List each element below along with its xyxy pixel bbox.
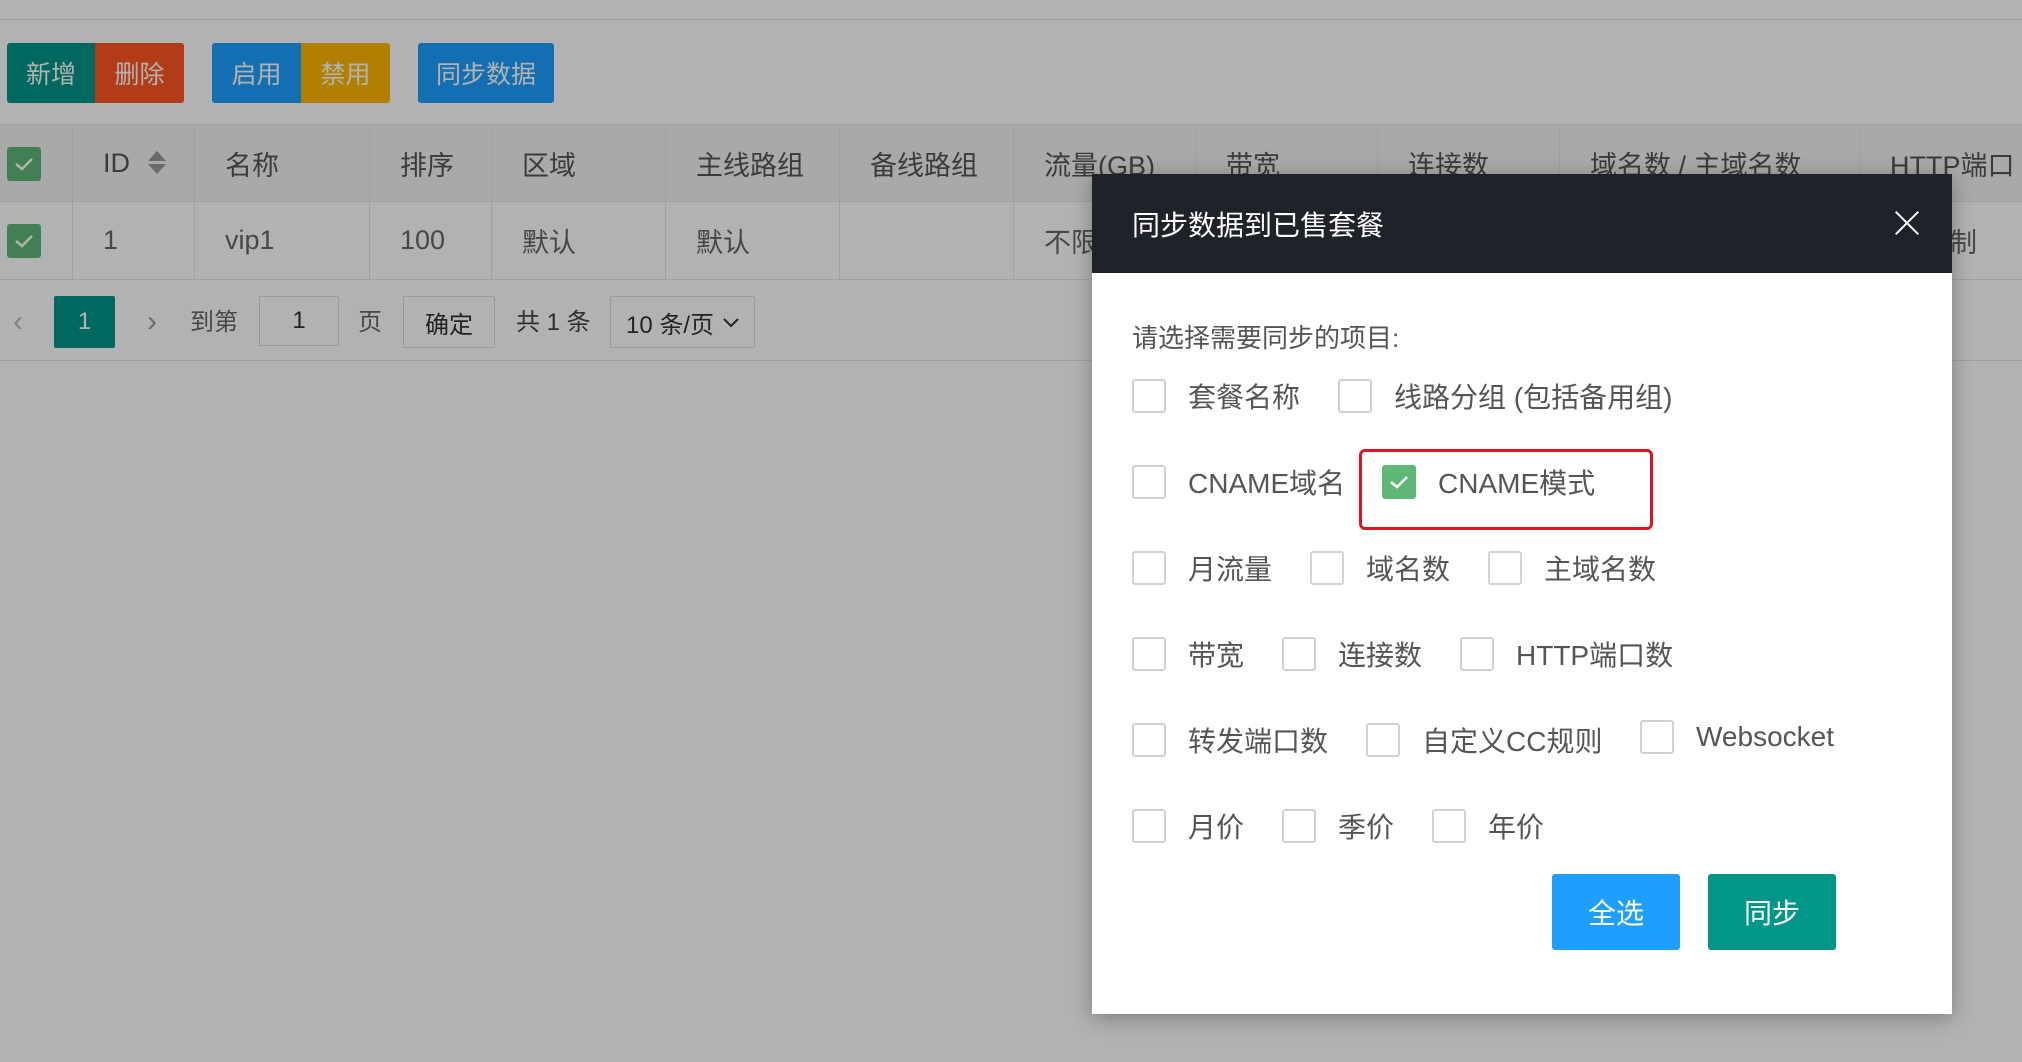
option-websocket[interactable]: Websocket — [1640, 720, 1834, 754]
option-cname-mode[interactable]: CNAME模式 — [1382, 462, 1595, 502]
option-label: Websocket — [1696, 721, 1834, 752]
option-label: 自定义CC规则 — [1422, 726, 1603, 757]
option-forward-ports[interactable]: 转发端口数 — [1132, 720, 1328, 760]
dialog-prompt: 请选择需要同步的项目: — [1132, 323, 1400, 353]
option-package-name[interactable]: 套餐名称 — [1132, 376, 1300, 416]
option-label: 季价 — [1338, 812, 1395, 843]
option-label: 带宽 — [1188, 640, 1245, 671]
option-custom-cc[interactable]: 自定义CC规则 — [1366, 720, 1602, 760]
option-quarterly-price[interactable]: 季价 — [1282, 806, 1394, 846]
option-domain-count[interactable]: 域名数 — [1310, 548, 1450, 588]
option-http-ports[interactable]: HTTP端口数 — [1460, 634, 1673, 674]
app: 新增 删除 启用 禁用 同步数据 ID 名称 排序 区域 主线路组 备线路组 流… — [0, 0, 2022, 1062]
option-label: 套餐名称 — [1188, 382, 1301, 413]
option-checkbox[interactable] — [1132, 809, 1166, 843]
option-route-group[interactable]: 线路分组 (包括备用组) — [1338, 376, 1672, 416]
option-checkbox[interactable] — [1132, 465, 1166, 499]
option-checkbox-checked[interactable] — [1382, 465, 1416, 499]
option-label: 域名数 — [1366, 554, 1451, 585]
option-label: 线路分组 (包括备用组) — [1394, 382, 1673, 413]
option-label: HTTP端口数 — [1516, 640, 1674, 671]
option-monthly-traffic[interactable]: 月流量 — [1132, 548, 1272, 588]
option-checkbox[interactable] — [1488, 551, 1522, 585]
option-checkbox[interactable] — [1338, 379, 1372, 413]
option-monthly-price[interactable]: 月价 — [1132, 806, 1244, 846]
option-label: 转发端口数 — [1188, 726, 1329, 757]
option-checkbox[interactable] — [1132, 379, 1166, 413]
sync-button[interactable]: 同步 — [1708, 874, 1836, 950]
option-checkbox[interactable] — [1432, 809, 1466, 843]
option-checkbox[interactable] — [1282, 637, 1316, 671]
option-label: 月价 — [1188, 812, 1245, 843]
option-checkbox[interactable] — [1310, 551, 1344, 585]
option-checkbox[interactable] — [1640, 720, 1674, 754]
sync-dialog: 同步数据到已售套餐 请选择需要同步的项目: 套餐名称 线路分组 (包括备用组) … — [1092, 174, 1952, 1014]
option-label: 连接数 — [1338, 640, 1423, 671]
option-main-domain-count[interactable]: 主域名数 — [1488, 548, 1656, 588]
option-connections[interactable]: 连接数 — [1282, 634, 1422, 674]
option-checkbox[interactable] — [1132, 723, 1166, 757]
option-label: CNAME模式 — [1438, 468, 1596, 499]
option-label: 主域名数 — [1544, 554, 1657, 585]
select-all-button[interactable]: 全选 — [1552, 874, 1680, 950]
dialog-title: 同步数据到已售套餐 — [1132, 209, 1385, 241]
dialog-header: 同步数据到已售套餐 — [1092, 174, 1952, 273]
check-icon — [1390, 476, 1408, 489]
option-checkbox[interactable] — [1460, 637, 1494, 671]
option-checkbox[interactable] — [1132, 551, 1166, 585]
close-icon[interactable] — [1894, 210, 1920, 236]
option-checkbox[interactable] — [1282, 809, 1316, 843]
option-yearly-price[interactable]: 年价 — [1432, 806, 1544, 846]
option-bandwidth[interactable]: 带宽 — [1132, 634, 1244, 674]
option-checkbox[interactable] — [1366, 723, 1400, 757]
option-label: 月流量 — [1188, 554, 1273, 585]
option-checkbox[interactable] — [1132, 637, 1166, 671]
option-label: 年价 — [1488, 812, 1545, 843]
option-cname-domain[interactable]: CNAME域名 — [1132, 462, 1345, 502]
option-label: CNAME域名 — [1188, 468, 1346, 499]
